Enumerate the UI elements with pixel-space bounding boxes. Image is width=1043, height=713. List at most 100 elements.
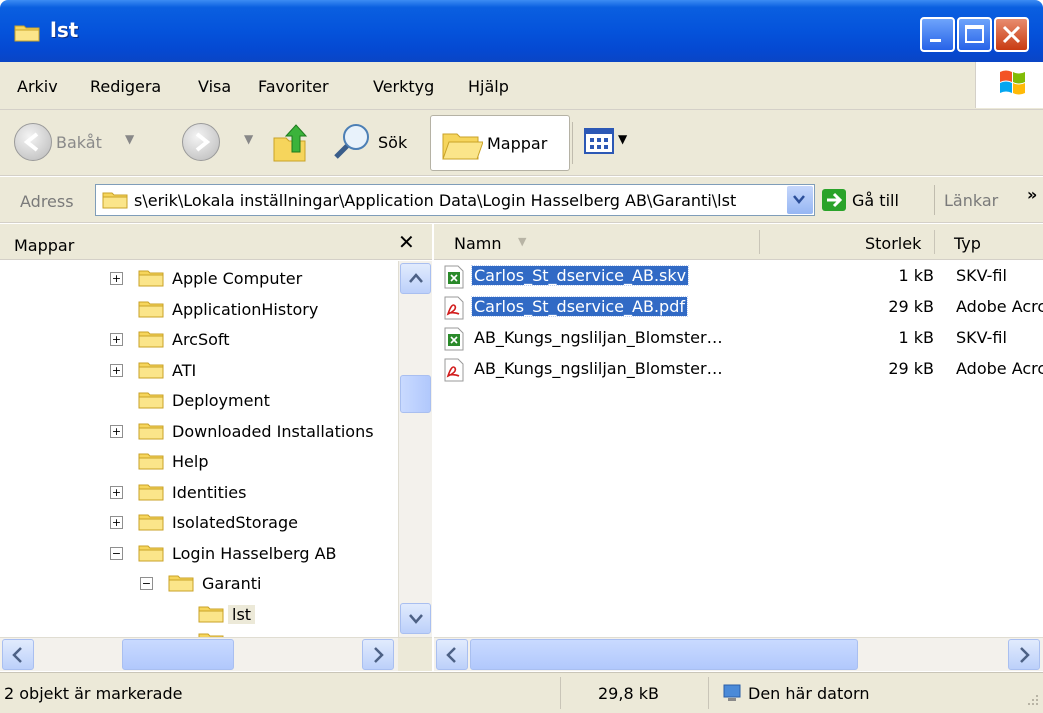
address-input[interactable]: s\erik\Lokala inställningar\Application … bbox=[95, 184, 815, 216]
tree-item-label: Login Hasselberg AB bbox=[172, 543, 337, 563]
status-selection: 2 objekt är markerade bbox=[4, 684, 183, 703]
menu-visa[interactable]: Visa bbox=[198, 77, 231, 96]
scroll-up-button[interactable] bbox=[400, 263, 431, 294]
expand-icon[interactable]: + bbox=[110, 516, 123, 529]
close-pane-icon[interactable]: ✕ bbox=[398, 230, 415, 254]
tree-item[interactable]: lst bbox=[0, 601, 398, 629]
links-chevron-icon[interactable]: » bbox=[1027, 185, 1037, 204]
folder-icon bbox=[138, 362, 164, 378]
close-icon bbox=[1002, 25, 1021, 44]
address-path: s\erik\Lokala inställningar\Application … bbox=[134, 191, 737, 210]
open-folder-icon bbox=[198, 606, 224, 622]
back-dropdown-icon[interactable]: ▼ bbox=[125, 132, 134, 146]
tree-item[interactable]: + ATI bbox=[0, 357, 398, 385]
scroll-thumb[interactable] bbox=[122, 639, 234, 670]
file-name[interactable]: Carlos_St_dservice_AB.skv bbox=[470, 265, 690, 286]
back-label[interactable]: Bakåt bbox=[56, 133, 102, 152]
menu-hjalp[interactable]: Hjälp bbox=[468, 77, 509, 96]
file-row[interactable]: AB_Kungs_ngsliljan_Blomster… 1 kB SKV-fil bbox=[434, 323, 1043, 354]
column-type[interactable]: Typ bbox=[954, 234, 981, 253]
menu-verktyg[interactable]: Verktyg bbox=[373, 77, 434, 96]
menu-arkiv[interactable]: Arkiv bbox=[17, 77, 58, 96]
scroll-left-button[interactable] bbox=[436, 639, 468, 670]
tree-item[interactable]: + ArcSoft bbox=[0, 326, 398, 354]
scrollbar-corner bbox=[398, 637, 432, 671]
search-icon[interactable] bbox=[332, 121, 374, 163]
file-name[interactable]: Carlos_St_dservice_AB.pdf bbox=[471, 296, 688, 317]
chevron-left-icon bbox=[12, 647, 22, 663]
tree-item[interactable]: + Apple Computer bbox=[0, 265, 398, 293]
window-title: lst bbox=[50, 18, 79, 42]
tree-item[interactable]: Help bbox=[0, 448, 398, 476]
tree-item-label: Help bbox=[172, 452, 209, 471]
column-name[interactable]: Namn bbox=[454, 234, 502, 253]
title-bar: lst bbox=[0, 0, 1043, 62]
computer-icon bbox=[723, 684, 741, 701]
close-button[interactable] bbox=[994, 17, 1029, 52]
folder-horizontal-scrollbar[interactable] bbox=[0, 637, 398, 671]
folders-button[interactable]: Mappar bbox=[430, 115, 570, 171]
column-separator[interactable] bbox=[759, 230, 760, 254]
tree-item[interactable]: − Garanti bbox=[0, 570, 398, 598]
column-size[interactable]: Storlek bbox=[865, 234, 921, 253]
folder-icon bbox=[14, 25, 40, 42]
expand-icon[interactable]: + bbox=[110, 363, 123, 377]
toolbar-separator bbox=[572, 122, 573, 164]
up-folder-button[interactable] bbox=[270, 122, 310, 164]
file-name[interactable]: AB_Kungs_ngsliljan_Blomster… bbox=[472, 359, 725, 378]
tree-item-label: Apple Computer bbox=[172, 269, 303, 288]
back-button[interactable] bbox=[14, 123, 52, 161]
chevron-up-icon bbox=[409, 273, 423, 283]
windows-flag-icon bbox=[1000, 70, 1025, 95]
file-row[interactable]: AB_Kungs_ngsliljan_Blomster… 29 kB Adobe A… bbox=[434, 354, 1043, 385]
file-name[interactable]: AB_Kungs_ngsliljan_Blomster… bbox=[472, 328, 725, 347]
tree-item-label: ATI bbox=[172, 360, 197, 380]
collapse-icon[interactable]: − bbox=[140, 577, 153, 590]
menu-redigera[interactable]: Redigera bbox=[90, 77, 161, 96]
status-size: 29,8 kB bbox=[598, 684, 659, 703]
file-row[interactable]: Carlos_St_dservice_AB.pdf 29 kB Adobe Acrc bbox=[434, 292, 1043, 323]
search-label[interactable]: Sök bbox=[378, 133, 407, 152]
scroll-left-button[interactable] bbox=[2, 639, 34, 670]
address-dropdown-button[interactable] bbox=[787, 186, 813, 214]
forward-button[interactable] bbox=[182, 123, 220, 161]
folders-label: Mappar bbox=[487, 134, 548, 153]
expand-icon[interactable]: + bbox=[110, 272, 123, 285]
views-icon[interactable] bbox=[584, 128, 616, 156]
file-horizontal-scrollbar[interactable] bbox=[434, 637, 1043, 671]
column-separator[interactable] bbox=[934, 230, 935, 254]
address-bar: Adress s\erik\Lokala inställningar\Appli… bbox=[0, 177, 1043, 223]
address-label: Adress bbox=[20, 192, 74, 211]
windows-logo bbox=[975, 62, 1043, 108]
folder-vertical-scrollbar[interactable] bbox=[398, 261, 432, 637]
collapse-icon[interactable]: − bbox=[110, 546, 123, 560]
scroll-thumb[interactable] bbox=[400, 375, 431, 413]
tree-item[interactable]: + Downloaded Installations bbox=[0, 418, 398, 446]
folder-icon bbox=[102, 192, 128, 209]
scroll-thumb[interactable] bbox=[470, 639, 858, 670]
scroll-down-button[interactable] bbox=[400, 603, 431, 634]
tree-item[interactable]: + Identities bbox=[0, 479, 398, 507]
links-label[interactable]: Länkar bbox=[944, 191, 998, 210]
expand-icon[interactable]: + bbox=[110, 333, 123, 346]
file-row[interactable]: Carlos_St_dservice_AB.skv 1 kB SKV-fil bbox=[434, 261, 1043, 292]
maximize-button[interactable] bbox=[957, 17, 992, 52]
go-button[interactable] bbox=[822, 189, 846, 211]
expand-icon[interactable]: + bbox=[110, 424, 123, 438]
resize-grip-icon[interactable] bbox=[1022, 693, 1040, 711]
scroll-right-button[interactable] bbox=[362, 639, 394, 670]
forward-dropdown-icon[interactable]: ▼ bbox=[244, 132, 253, 146]
minimize-button[interactable] bbox=[920, 17, 955, 52]
menu-favoriter[interactable]: Favoriter bbox=[258, 77, 329, 96]
go-arrow-icon bbox=[827, 192, 843, 208]
scroll-right-button[interactable] bbox=[1008, 639, 1040, 670]
toolbar: Bakåt ▼ ▼ Sök Mappar ▼ bbox=[0, 110, 1043, 176]
back-arrow-icon bbox=[23, 132, 39, 152]
tree-item[interactable]: − Login Hasselberg AB bbox=[0, 540, 398, 568]
expand-icon[interactable]: + bbox=[110, 485, 123, 499]
go-label[interactable]: Gå till bbox=[852, 191, 899, 210]
tree-item[interactable]: ApplicationHistory bbox=[0, 296, 398, 324]
views-dropdown-icon[interactable]: ▼ bbox=[618, 132, 627, 146]
tree-item[interactable]: + IsolatedStorage bbox=[0, 509, 398, 537]
tree-item[interactable]: Deployment bbox=[0, 387, 398, 415]
